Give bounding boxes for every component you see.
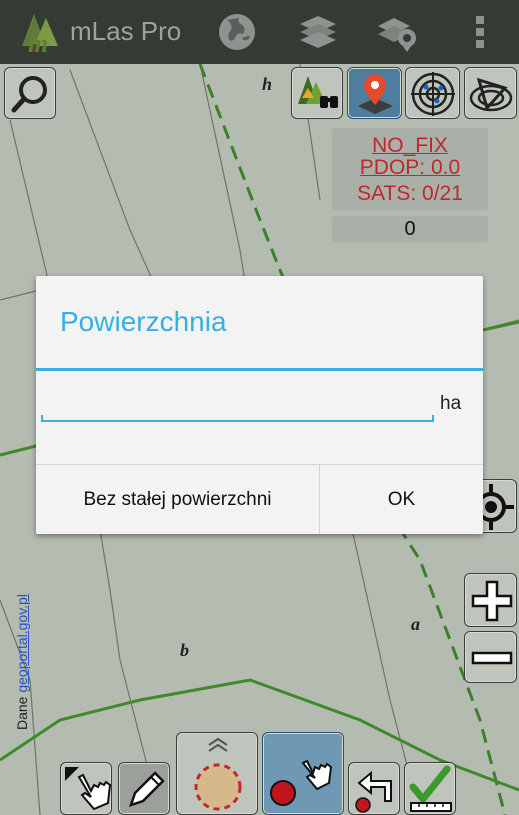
overflow-menu-icon[interactable]	[456, 8, 504, 56]
map-label-b: b	[180, 640, 189, 660]
forest-view-button[interactable]	[291, 67, 343, 119]
area-input-underline-right	[432, 415, 434, 422]
area-dialog: Powierzchnia ha Bez stałej powierzchni O…	[36, 276, 483, 534]
zoom-in-button[interactable]	[464, 573, 517, 627]
map-layer-pin-icon[interactable]	[374, 8, 422, 56]
zoom-out-button[interactable]	[464, 631, 517, 683]
attribution-link[interactable]: geoportal.gov.pl	[14, 594, 30, 693]
gps-radar-button[interactable]	[405, 67, 460, 119]
area-shape-button[interactable]	[176, 732, 258, 815]
select-touch-button[interactable]	[60, 762, 112, 815]
navigation-mode-button[interactable]	[464, 67, 517, 119]
gps-status-panel: NO_FIX PDOP: 0.0 SATS: 0/21	[332, 128, 488, 210]
layers-icon[interactable]	[294, 8, 342, 56]
dialog-title: Powierzchnia	[60, 306, 227, 337]
ok-button[interactable]: OK	[320, 465, 483, 534]
pointer-hand-icon	[65, 767, 112, 811]
undo-arrow-icon	[355, 770, 392, 813]
forest-binoculars-icon	[298, 76, 338, 108]
radar-icon	[411, 72, 455, 116]
gps-sats: SATS: 0/21	[357, 182, 463, 205]
area-unit-label: ha	[440, 393, 462, 414]
area-input[interactable]	[42, 386, 434, 422]
search-icon	[11, 76, 47, 113]
dialog-title-divider	[36, 368, 483, 371]
map-label-a: a	[411, 614, 420, 634]
location-marker-button[interactable]	[347, 67, 402, 119]
area-circle-icon	[194, 737, 242, 811]
undo-point-button[interactable]	[348, 762, 400, 815]
pencil-icon	[129, 771, 165, 807]
action-bar: m mLas Pro	[0, 0, 519, 64]
edit-button[interactable]	[118, 762, 170, 815]
attribution-prefix: Dane	[14, 692, 30, 730]
app-logo-icon[interactable]: m	[14, 6, 66, 56]
no-fixed-area-button[interactable]: Bez stałej powierzchni	[36, 465, 319, 534]
gps-fix-status: NO_FIX	[372, 134, 448, 157]
gps-pdop: PDOP: 0.0	[359, 156, 461, 179]
confirm-measure-button[interactable]	[404, 762, 456, 815]
point-counter: 0	[332, 216, 488, 242]
area-input-underline-left	[41, 415, 43, 422]
minus-icon	[471, 651, 513, 665]
map-label-h: h	[262, 74, 273, 94]
location-pin-icon	[358, 74, 393, 114]
record-hand-icon	[270, 759, 333, 806]
area-input-underline	[41, 420, 434, 422]
svg-text:m: m	[28, 29, 48, 56]
record-point-button[interactable]	[262, 732, 344, 815]
globe-icon[interactable]	[213, 8, 261, 56]
plus-icon	[471, 580, 513, 622]
app-title: mLas Pro	[70, 16, 182, 46]
search-button[interactable]	[4, 67, 56, 119]
check-ruler-icon	[409, 765, 452, 812]
compass-navigation-icon	[469, 77, 513, 112]
map-attribution: Dane geoportal.gov.pl	[14, 594, 30, 730]
